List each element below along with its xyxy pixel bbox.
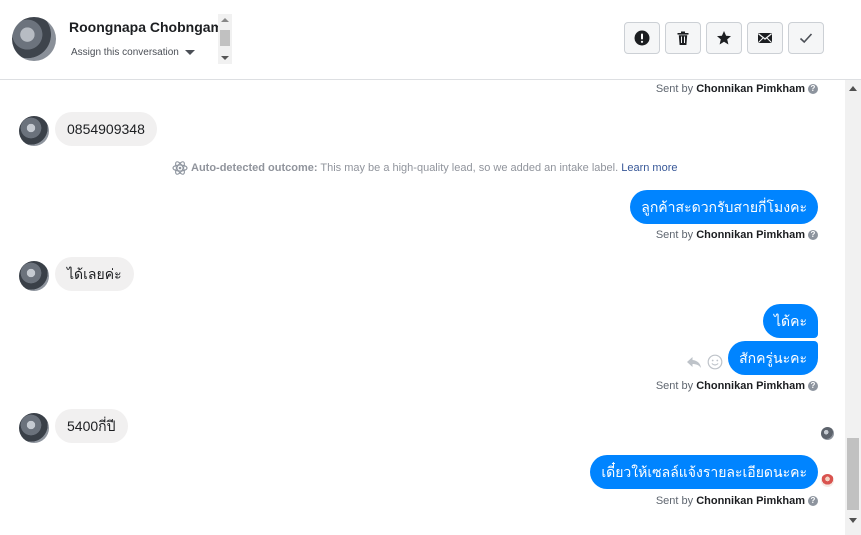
thread-scrollbar[interactable]	[845, 80, 861, 535]
agent-seen-avatar	[821, 474, 834, 487]
contact-avatar-small[interactable]	[19, 261, 49, 291]
sent-by-line: Sent by Chonnikan Pimkham?	[656, 229, 818, 241]
mark-done-button[interactable]	[788, 22, 824, 54]
sent-by-agent: Chonnikan Pimkham	[696, 229, 805, 241]
incoming-message[interactable]: 5400กี่ปี	[55, 409, 128, 443]
star-icon	[717, 31, 731, 45]
caret-down-icon	[184, 49, 195, 55]
learn-more-link[interactable]: Learn more	[621, 162, 677, 174]
contact-avatar-small[interactable]	[19, 116, 49, 146]
contact-avatar-small[interactable]	[19, 413, 49, 443]
outgoing-message[interactable]: ได้คะ	[762, 304, 818, 338]
checkmark-icon	[799, 33, 813, 44]
contact-read-receipt-avatar	[821, 427, 834, 440]
message-thread[interactable]: Sent by Chonnikan Pimkham? 0854909348 Au…	[0, 80, 845, 535]
sent-by-agent: Chonnikan Pimkham	[696, 83, 805, 95]
mark-unread-button[interactable]	[747, 22, 783, 54]
envelope-icon	[758, 33, 772, 43]
sent-by-line: Sent by Chonnikan Pimkham?	[656, 380, 818, 392]
assign-conversation-dropdown[interactable]: Assign this conversation	[71, 47, 195, 58]
outgoing-message[interactable]: ลูกค้าสะดวกรับสายกี่โมงคะ	[630, 190, 818, 224]
react-smile-icon[interactable]	[707, 354, 723, 370]
help-icon[interactable]: ?	[808, 496, 818, 507]
contact-avatar[interactable]	[12, 17, 56, 61]
help-icon[interactable]: ?	[808, 84, 818, 95]
outcome-text: This may be a high-quality lead, so we a…	[320, 161, 619, 174]
sent-by-line: Sent by Chonnikan Pimkham?	[656, 495, 818, 507]
scroll-thumb[interactable]	[847, 438, 859, 510]
atom-icon	[172, 161, 188, 175]
conversation-header: Roongnapa Chobngam Assign this conversat…	[0, 0, 861, 80]
outgoing-message[interactable]: สักครู่นะคะ	[728, 341, 818, 375]
mark-spam-button[interactable]	[624, 22, 660, 54]
scroll-down-arrow-icon[interactable]	[221, 56, 229, 60]
conversation-actions	[624, 22, 824, 54]
star-button[interactable]	[706, 22, 742, 54]
sent-by-agent: Chonnikan Pimkham	[696, 495, 805, 507]
contact-name[interactable]: Roongnapa Chobngam	[69, 19, 223, 35]
scroll-up-arrow-icon[interactable]	[221, 18, 229, 22]
exclamation-icon	[634, 30, 650, 46]
trash-icon	[677, 31, 689, 45]
help-icon[interactable]: ?	[808, 381, 818, 392]
incoming-message[interactable]: 0854909348	[55, 112, 157, 146]
scroll-up-arrow-icon[interactable]	[849, 86, 857, 91]
help-icon[interactable]: ?	[808, 230, 818, 241]
header-scrollbar[interactable]	[218, 14, 232, 64]
sent-by-line: Sent by Chonnikan Pimkham?	[656, 83, 818, 95]
incoming-message[interactable]: ได้เลยค่ะ	[55, 257, 134, 291]
outcome-label: Auto-detected outcome:	[191, 161, 318, 174]
reply-icon[interactable]	[686, 354, 702, 370]
scroll-thumb[interactable]	[220, 30, 230, 46]
delete-button[interactable]	[665, 22, 701, 54]
sent-by-agent: Chonnikan Pimkham	[696, 380, 805, 392]
assign-label: Assign this conversation	[71, 47, 179, 58]
scroll-down-arrow-icon[interactable]	[849, 518, 857, 523]
outgoing-message[interactable]: เดี๋ยวให้เซลล์แจ้งรายละเอียดนะคะ	[590, 455, 818, 489]
auto-detected-outcome-notice: Auto-detected outcome: This may be a hig…	[172, 160, 677, 176]
